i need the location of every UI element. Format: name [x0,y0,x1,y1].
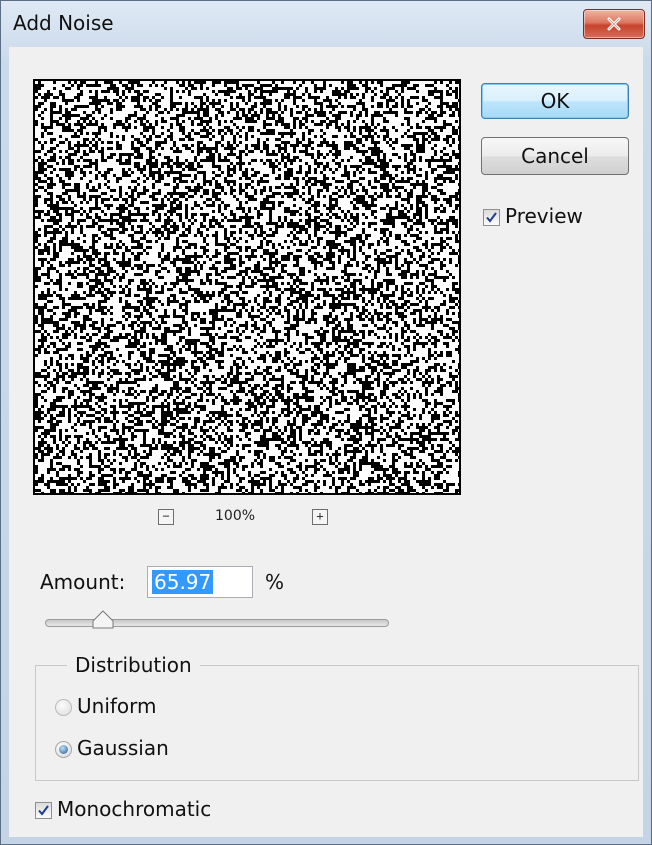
dialog-body: − 100% + OK Cancel Preview Amount: 65.97… [9,47,643,837]
zoom-in-button[interactable]: + [312,509,328,525]
amount-unit: % [265,570,285,594]
noise-preview-image [35,81,459,493]
dialog-title: Add Noise [13,11,114,35]
add-noise-dialog: Add Noise − 100% + OK Cancel Preview Amo… [0,0,652,845]
distribution-group [35,665,639,781]
close-button[interactable] [583,9,645,39]
distribution-legend: Distribution [67,653,200,677]
title-bar[interactable]: Add Noise [1,1,651,46]
gaussian-label: Gaussian [77,736,169,760]
slider-thumb-icon[interactable] [92,610,114,630]
uniform-radio[interactable] [55,699,72,716]
monochromatic-label: Monochromatic [57,797,212,821]
amount-label: Amount: [40,570,126,594]
checkmark-icon [38,805,49,816]
gaussian-radio[interactable] [55,741,72,758]
zoom-out-button[interactable]: − [158,509,174,525]
radio-selected-dot [59,745,68,754]
amount-input[interactable]: 65.97 [147,566,253,598]
ok-button[interactable]: OK [481,83,629,119]
preview-checkbox[interactable] [483,209,500,226]
noise-preview[interactable] [33,79,461,495]
close-icon [607,17,621,31]
zoom-in-icon: + [316,509,324,523]
preview-label: Preview [505,204,583,228]
uniform-label: Uniform [77,694,157,718]
zoom-out-icon: − [162,509,170,523]
zoom-level: 100% [215,508,256,524]
cancel-button[interactable]: Cancel [481,137,629,175]
checkmark-icon [486,212,497,223]
amount-value: 65.97 [152,570,214,594]
monochromatic-checkbox[interactable] [35,802,52,819]
